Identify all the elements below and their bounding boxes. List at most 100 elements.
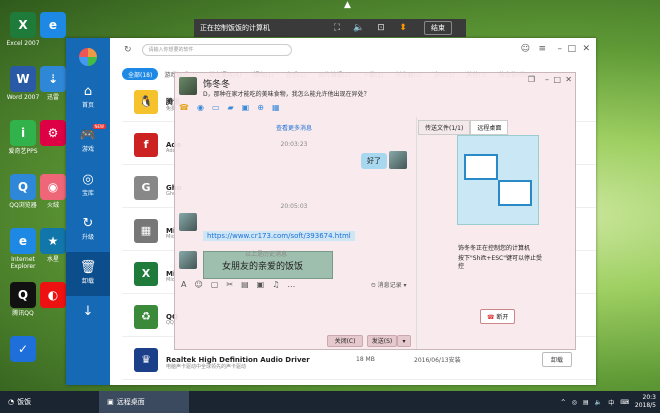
minimize-icon[interactable]: – [558, 44, 563, 54]
nav-icon: ↻ [82, 216, 94, 231]
minimize-icon[interactable]: – [545, 75, 549, 84]
app-description: QQ [166, 320, 174, 326]
nav-icon: ◎ [82, 172, 94, 187]
sidebar-item[interactable]: 🗑 卸载 [66, 252, 110, 296]
maximize-icon[interactable]: □ [553, 75, 561, 84]
resize-icon[interactable]: ⊡ [370, 23, 392, 33]
taskbar-item-fanfan[interactable]: ◔ 饭饭 [0, 391, 39, 413]
sent-message: 好了 [361, 153, 387, 169]
app-description: 电脑声卡驱动中全球领先的声卡驱动 [166, 364, 247, 370]
skin-icon[interactable]: ☺ [521, 44, 530, 54]
remote-desktop-icon[interactable]: ▣ [242, 103, 250, 115]
monitor-icon [464, 154, 498, 180]
desktop-icon[interactable]: ⇣ 迅雷 [40, 66, 66, 101]
sidebar-item-label: 升级 [81, 234, 94, 241]
desktop-icon[interactable]: ★ 水星 [40, 228, 66, 263]
folder-icon[interactable]: ▰ [228, 103, 234, 115]
ime-indicator[interactable]: 中 [608, 398, 614, 407]
history-divider: 以上是历史消息 [244, 251, 287, 258]
maximize-icon[interactable]: □ [567, 44, 576, 54]
keyboard-icon[interactable]: ⌨ [620, 399, 629, 406]
video-icon[interactable]: ◉ [197, 103, 204, 115]
message-log-button[interactable]: ⏲ 消息记录 ▾ [371, 280, 407, 290]
send-options-icon[interactable]: ▾ [397, 335, 411, 347]
disconnect-button[interactable]: ☎ 断开 [480, 309, 516, 324]
search-input[interactable]: 请输入你想要的软件 [141, 44, 292, 56]
taskbar-item-remote[interactable]: ▣ 远程桌面 [99, 391, 190, 413]
desktop-icon[interactable]: ✓ [0, 336, 46, 364]
music-icon[interactable]: ♫ [272, 280, 279, 289]
system-tray: ^ ◎ ▤ 🔈 中 ⌨ 20:3 2018/5 [561, 391, 656, 413]
emoji-icon[interactable]: ☺ [194, 280, 202, 289]
screenshot-icon[interactable]: ✂ [226, 280, 233, 289]
category-tab[interactable]: 全部(18) [122, 68, 159, 80]
nav-icon: ⌂ [83, 84, 93, 99]
clock-date: 2018/5 [634, 402, 656, 409]
gif-icon[interactable]: ▢ [211, 280, 219, 289]
volume-icon[interactable]: 🔈 [595, 399, 602, 406]
call-icon[interactable]: ☎ [179, 103, 189, 115]
remote-status: 饰冬冬正在控制您的计算机 按下"Shift+ESC"键可以停止受控 [458, 245, 544, 271]
volume-icon[interactable]: 🔈 [348, 23, 370, 33]
end-remote-button[interactable]: 结束 [424, 21, 452, 35]
nav-icon: 🎮 [79, 128, 97, 143]
remote-control-bar: 正在控制饭饭的计算机 ⛶ 🔈 ⊡ ⬍ 结束 [194, 19, 466, 37]
close-icon[interactable]: ✕ [565, 75, 572, 84]
share-screen-icon[interactable]: ▭ [212, 103, 220, 115]
network-icon[interactable]: ▤ [583, 399, 589, 406]
refresh-icon[interactable]: ↻ [124, 45, 132, 55]
font-icon[interactable]: A [181, 280, 186, 289]
close-button[interactable]: 关闭(C) [327, 335, 363, 347]
app-size: 18 MB [356, 356, 375, 363]
more-icon[interactable]: … [287, 280, 295, 289]
app-icon: ★ [40, 228, 66, 254]
sidebar-item-label: 宝库 [81, 190, 94, 197]
send-button[interactable]: 发送(S) [367, 335, 397, 347]
hangup-icon: ☎ [487, 314, 495, 321]
clock[interactable]: 20:3 2018/5 [635, 394, 656, 410]
avatar[interactable] [179, 77, 197, 95]
tray-expand-icon[interactable]: ^ [561, 399, 566, 406]
image-icon[interactable]: ▣ [257, 280, 265, 289]
desktop-icon-label: Excel 2007 [6, 40, 40, 47]
sidebar-item[interactable]: ◎ 宝库 [66, 164, 110, 208]
close-icon[interactable]: ✕ [582, 44, 590, 54]
tab-file-transfer[interactable]: 传送文件(1/1) [418, 120, 471, 135]
add-member-icon[interactable]: ⊕ [257, 103, 264, 115]
remote-status-text: 饰冬冬正在控制您的计算机 [458, 245, 531, 252]
wechat-icon[interactable]: ◎ [572, 399, 577, 406]
uninstall-button[interactable]: 卸载 [541, 352, 572, 367]
desktop-icon[interactable]: ◐ [40, 282, 66, 310]
chat-header: 饰冬冬 D，那种在家才能吃的美味食物，我怎么能允许他出现在异处？ ❐ – □ ✕ [175, 73, 575, 99]
taskbar: ◔ 饭饭 ▣ 远程桌面 ^ ◎ ▤ 🔈 中 ⌨ 20:3 2018/5 [0, 391, 660, 413]
tab-remote-desktop[interactable]: 远程桌面 [470, 120, 509, 135]
input-toolbar: A ☺ ▢ ✂ ▤ ▣ ♫ … [181, 280, 295, 289]
menu-icon[interactable]: ≡ [538, 44, 546, 54]
remote-desktop-illustration [457, 135, 539, 225]
view-more-link[interactable]: 查看更多消息 [175, 123, 413, 132]
contact-signature: D，那种在家才能吃的美味食物，我怎么能允许他出现在异处？ [203, 91, 370, 98]
received-link[interactable]: https://www.cr173.com/soft/393674.html [203, 231, 355, 241]
avatar [179, 213, 197, 231]
chat-window: 饰冬冬 D，那种在家才能吃的美味食物，我怎么能允许他出现在异处？ ❐ – □ ✕… [174, 72, 576, 350]
sidebar-item[interactable]: ↻ 升级 [66, 208, 110, 252]
apps-icon[interactable]: ▦ [272, 103, 280, 115]
sidebar-item[interactable]: 🎮 游戏 NEW [66, 120, 110, 164]
desktop-icon[interactable]: ◉ 火绒 [40, 174, 66, 209]
sidebar-item-label: 首页 [81, 102, 94, 109]
sidebar-item-label: 卸载 [81, 278, 94, 285]
pin-icon[interactable]: ⬍ [392, 23, 414, 33]
desktop-icon[interactable]: e [40, 12, 66, 40]
app-icon: 🐧 [134, 89, 158, 114]
sidebar-item[interactable]: ↓ [66, 296, 110, 340]
app-icon: ♻ [134, 304, 158, 329]
fullscreen-icon[interactable]: ⛶ [326, 23, 348, 33]
app-icon: e [40, 12, 66, 38]
file-icon[interactable]: ▤ [241, 280, 249, 289]
qq-icon: ◔ [8, 398, 15, 406]
desktop-icon[interactable]: ⚙ [40, 120, 66, 148]
app-icon: i [10, 120, 36, 146]
clock-time: 20:3 [642, 394, 656, 401]
restore-icon[interactable]: ❐ [528, 75, 535, 84]
sidebar-item[interactable]: ⌂ 首页 [66, 76, 110, 120]
